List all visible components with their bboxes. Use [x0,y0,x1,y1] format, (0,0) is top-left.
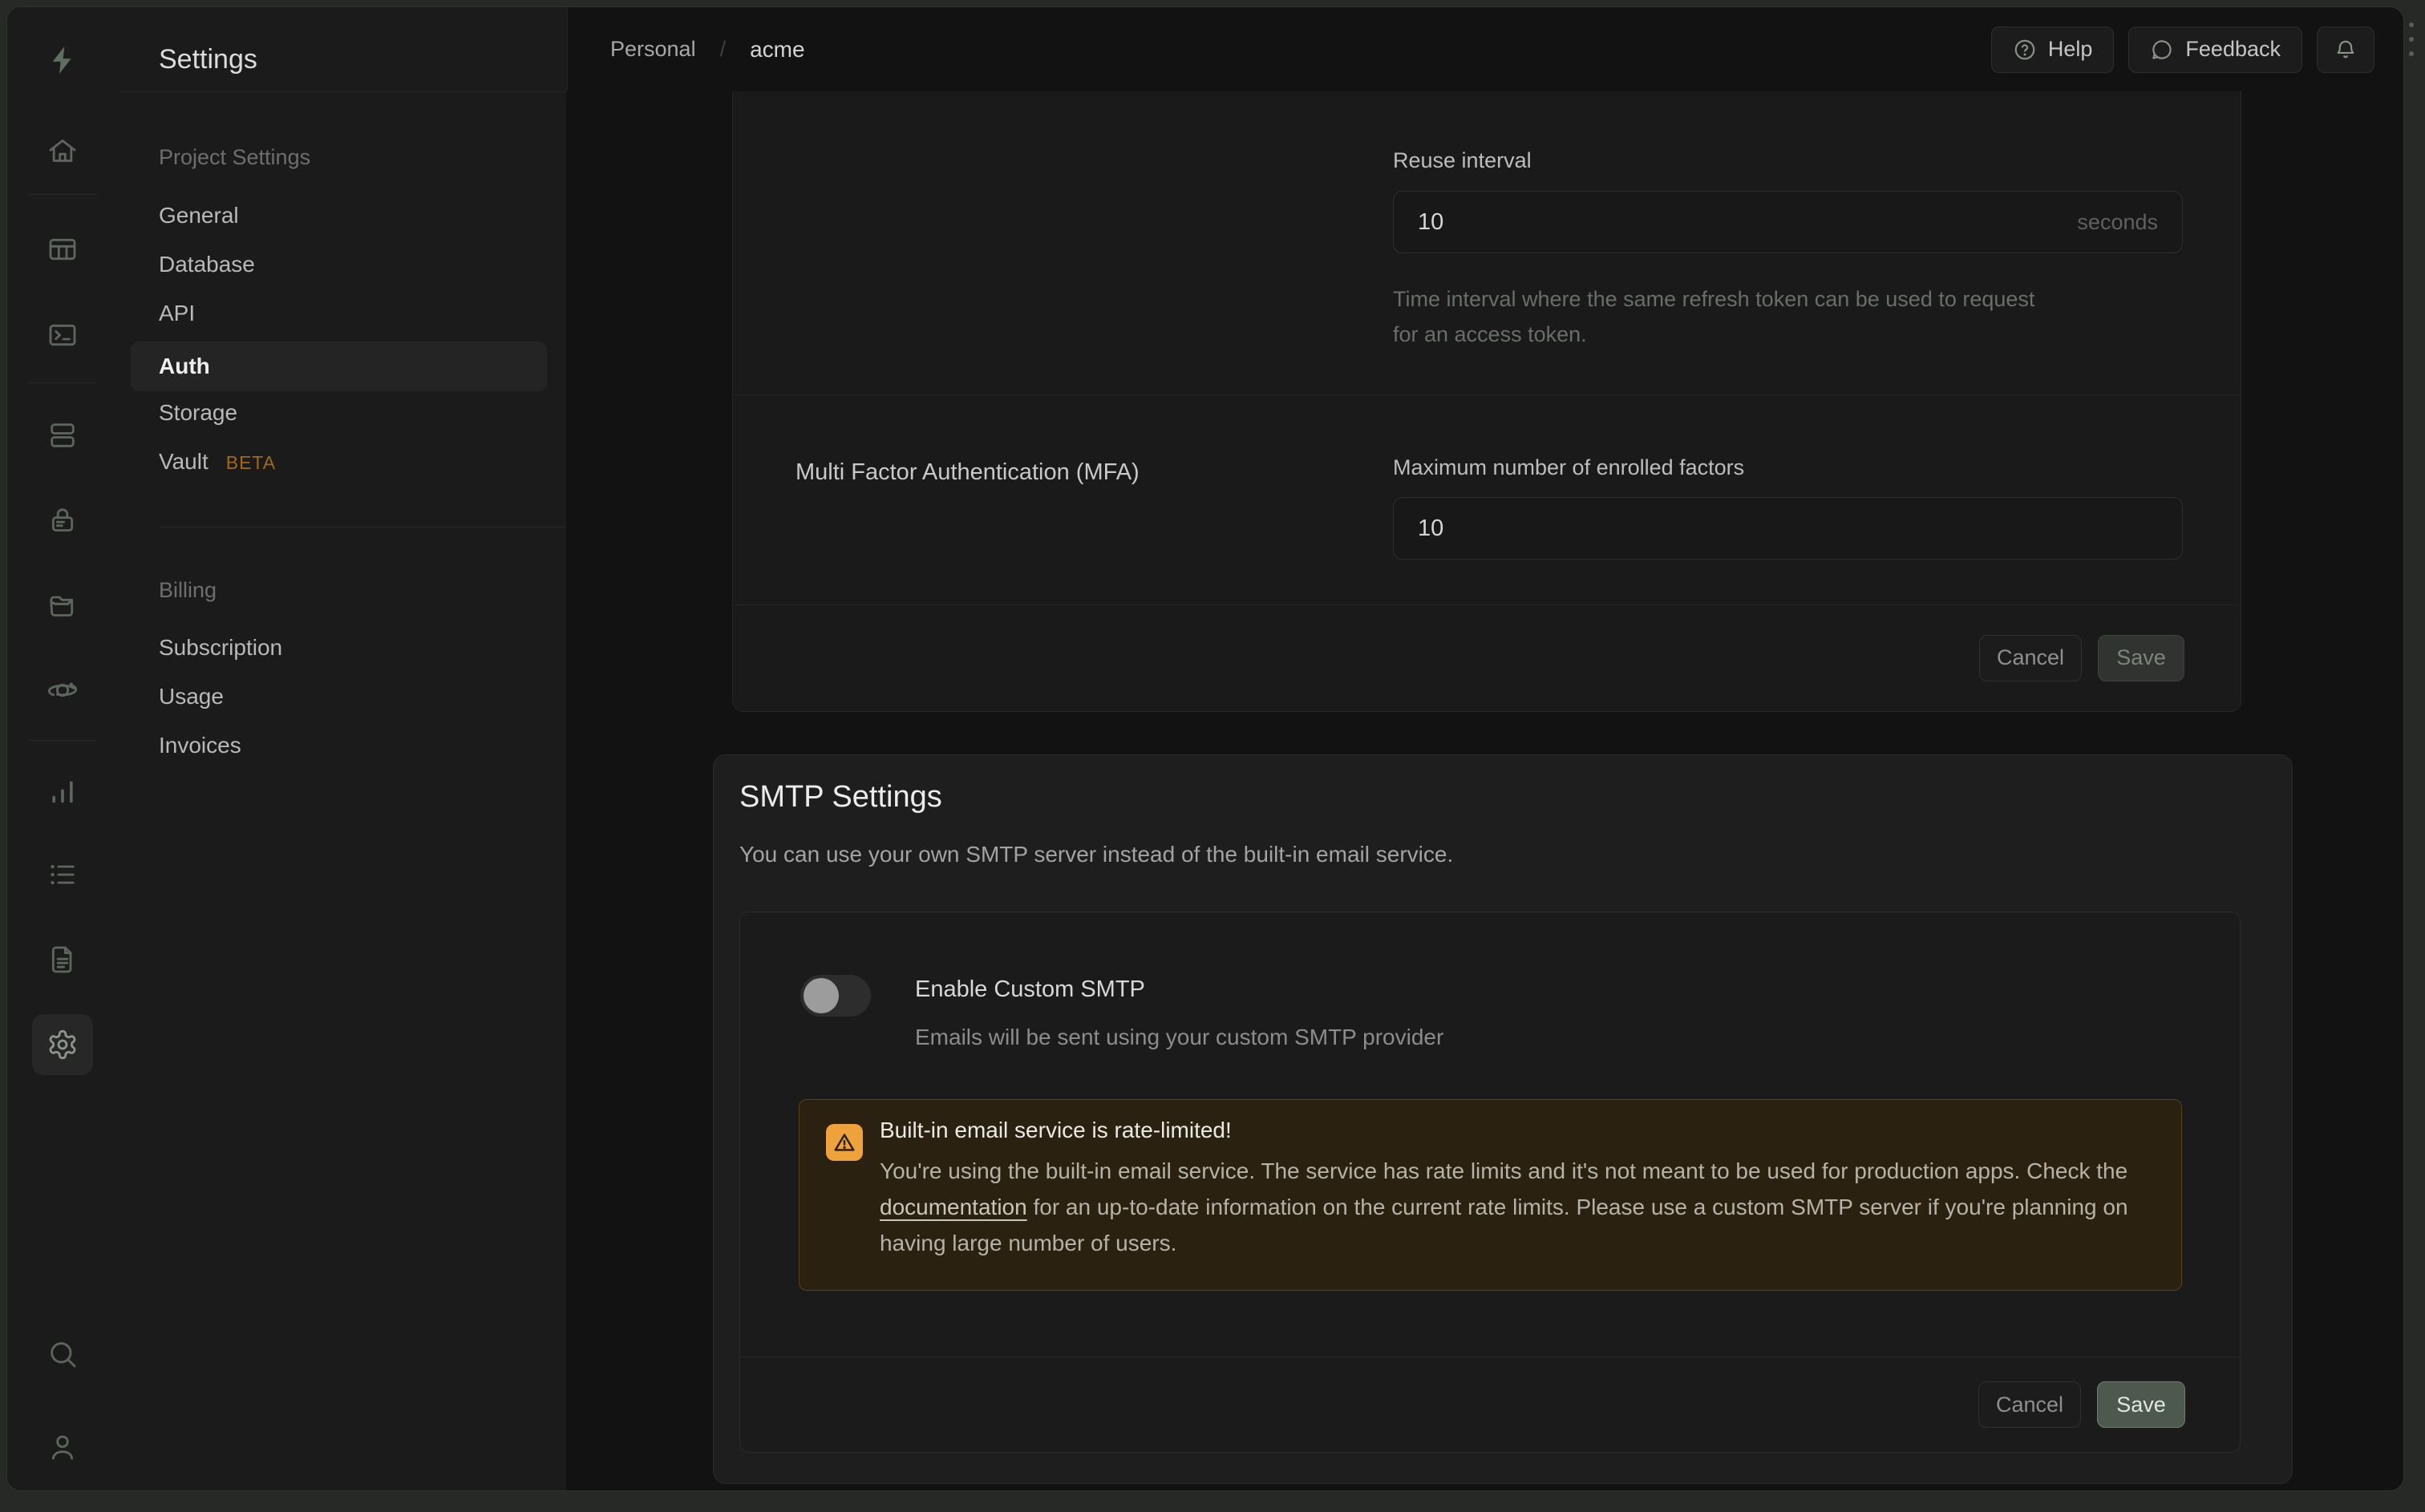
smtp-card-footer: Cancel Save [740,1356,2240,1452]
sidebar-item-invoices[interactable]: Invoices [159,733,241,758]
home-icon[interactable] [47,135,79,167]
auth-save-button[interactable]: Save [2098,635,2184,681]
smtp-title: SMTP Settings [739,780,942,815]
reports-icon[interactable] [47,775,79,807]
supabase-logo-icon[interactable] [47,44,79,76]
smtp-save-button[interactable]: Save [2097,1381,2185,1428]
sidebar-header: Settings [118,7,567,92]
enable-smtp-toggle[interactable] [800,975,871,1017]
enable-smtp-description: Emails will be sent using your custom SM… [915,1025,1443,1050]
help-circle-icon [2013,38,2037,62]
smtp-card: Enable Custom SMTP Emails will be sent u… [739,912,2241,1453]
sidebar-item-auth[interactable]: Auth [131,342,547,391]
app-window: Settings Project Settings General Databa… [6,6,2404,1491]
sidebar-item-vault[interactable]: VaultBETA [159,449,276,475]
card-divider [733,394,2241,395]
page-title: Settings [159,44,257,75]
auth-cancel-button[interactable]: Cancel [1979,635,2082,681]
breadcrumb: Personal / acme [610,37,805,63]
auth-settings-card: Reuse interval 10 seconds Time interval … [732,91,2241,712]
main-content: Reuse interval 10 seconds Time interval … [566,91,2403,1490]
table-editor-icon[interactable] [47,233,79,265]
breadcrumb-project[interactable]: acme [750,37,804,63]
help-button[interactable]: Help [1991,26,2115,73]
sidebar-group-project-settings: Project Settings [159,145,310,170]
notifications-button[interactable] [2317,26,2374,73]
top-header: Personal / acme Help Feedback [566,7,2403,92]
smtp-settings-panel: SMTP Settings You can use your own SMTP … [713,754,2293,1484]
feedback-button[interactable]: Feedback [2128,26,2302,73]
bell-icon [2334,38,2358,62]
breadcrumb-org[interactable]: Personal [610,37,696,62]
gear-icon [47,1029,79,1061]
rail-divider [28,382,97,383]
auth-card-footer: Cancel Save [733,604,2241,711]
auth-icon[interactable] [47,504,79,536]
mfa-field-label: Maximum number of enrolled factors [1393,455,1744,480]
sidebar-item-storage[interactable]: Storage [159,400,237,426]
rate-limit-warning: Built-in email service is rate-limited! … [799,1099,2182,1291]
frame-dot [2409,22,2414,27]
sidebar-item-api[interactable]: API [159,301,195,326]
api-docs-icon[interactable] [47,944,79,976]
reuse-interval-label: Reuse interval [1393,148,1532,173]
reuse-interval-help: Time interval where the same refresh tok… [1393,281,2059,352]
logs-icon[interactable] [47,859,79,891]
sidebar-divider [159,527,567,528]
settings-sidebar: Settings Project Settings General Databa… [118,7,568,1490]
search-icon[interactable] [47,1338,79,1370]
rail-divider [28,194,97,195]
warning-text: Built-in email service is rate-limited! … [880,1118,2147,1261]
smtp-cancel-button[interactable]: Cancel [1978,1381,2081,1428]
rail-divider [28,740,97,741]
warning-body: You're using the built-in email service.… [880,1153,2147,1261]
database-icon[interactable] [47,419,79,451]
frame-dot [2409,37,2414,42]
reuse-interval-unit: seconds [2077,210,2158,235]
warning-title: Built-in email service is rate-limited! [880,1118,2147,1143]
documentation-link[interactable]: documentation [880,1195,1027,1219]
mfa-max-factors-input[interactable]: 10 [1393,497,2183,560]
enable-smtp-label: Enable Custom SMTP [915,976,1145,1003]
sql-editor-icon[interactable] [47,319,79,351]
frame-dot [2409,51,2414,56]
sidebar-item-usage[interactable]: Usage [159,684,224,710]
sidebar-item-general[interactable]: General [159,203,239,228]
realtime-icon[interactable] [47,674,79,706]
icon-rail [7,7,119,1490]
mfa-section-label: Multi Factor Authentication (MFA) [796,459,1140,486]
storage-icon[interactable] [47,589,79,621]
sidebar-item-database[interactable]: Database [159,252,255,277]
sidebar-item-subscription[interactable]: Subscription [159,635,282,661]
project-settings-active[interactable] [32,1014,93,1075]
reuse-interval-input[interactable]: 10 seconds [1393,191,2183,253]
account-icon[interactable] [47,1431,79,1463]
breadcrumb-separator: / [720,37,727,62]
smtp-subtitle: You can use your own SMTP server instead… [739,842,1453,867]
warning-triangle-icon [826,1124,863,1161]
toggle-knob [804,978,839,1013]
header-actions: Help Feedback [1991,26,2374,73]
sidebar-group-billing: Billing [159,578,217,603]
speech-bubble-icon [2150,38,2174,62]
beta-badge: BETA [226,452,276,473]
